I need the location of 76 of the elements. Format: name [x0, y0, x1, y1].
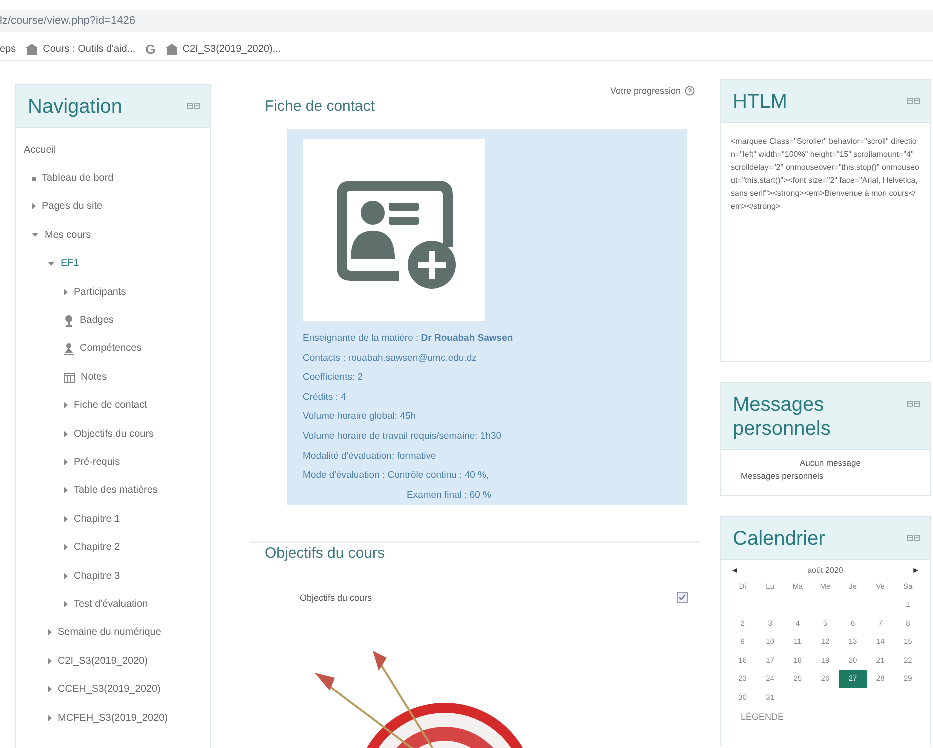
nav-link[interactable]: Chapitre 3 — [74, 570, 120, 582]
move-dock-icon[interactable] — [907, 98, 920, 104]
contact-info-text: Volume horaire de travail requis/semaine: 1h30 — [303, 430, 503, 444]
collapsed-arrow-icon[interactable] — [32, 203, 36, 210]
block-title: Messages personnels — [733, 393, 832, 441]
section-title: Objectifs du cours — [265, 545, 386, 562]
url-text[interactable]: lz/course/view.php?id=1426 — [0, 15, 136, 27]
contact-info-text: Modalité d'évaluation: formative — [303, 450, 438, 464]
section-title: Fiche de contact — [265, 98, 376, 115]
trophy-icon — [64, 314, 74, 327]
move-dock-icon[interactable] — [907, 401, 920, 407]
nav-link[interactable]: Pré-requis — [74, 456, 120, 468]
next-month-button[interactable]: ► — [912, 566, 920, 575]
google-logo-icon[interactable]: G — [146, 42, 156, 56]
messages-link[interactable]: Messages personnels — [741, 471, 824, 481]
nav-link[interactable]: Badges — [80, 315, 114, 326]
contact-info-text: Volume horaire global: 45h — [303, 410, 418, 424]
html-code-text: <marquee Class="Scroller" behavior="scroll" direction="left" width="100%" height="15" scrollamount="4" scrolldelay="2" onmouseover="this.stop()" onmouseout="this.start()"><font size="2" face="Arial, Helvetica, sans serif"><strong><em>Bienvenue à mon cours</em></strong> — [730, 136, 920, 213]
expanded-arrow-icon[interactable] — [32, 233, 39, 238]
nav-link[interactable]: Mes cours — [45, 230, 92, 241]
empty-message-text: Aucun message — [799, 458, 862, 468]
contact-info-text: Coefficients: 2 — [303, 371, 364, 386]
activity-link[interactable]: Objectifs du cours — [300, 592, 372, 602]
expanded-arrow-icon[interactable] — [48, 262, 55, 266]
collapsed-arrow-icon[interactable] — [64, 572, 68, 580]
bookmark-link[interactable]: Cours : Outils d'aid... — [43, 44, 136, 54]
bullet-icon — [32, 176, 36, 181]
contact-info-text: Examen final : 60 % — [406, 488, 492, 503]
block-title: Navigation — [28, 95, 123, 119]
nav-link[interactable]: Pages du site — [42, 201, 103, 212]
contact-info-text: Enseignante de la matière : Dr Rouabah Sawsen — [303, 332, 514, 346]
move-dock-icon[interactable] — [187, 103, 200, 109]
help-icon[interactable] — [685, 86, 695, 96]
nav-link[interactable]: C2I_S3(2019_2020) — [58, 656, 148, 667]
collapsed-arrow-icon[interactable] — [64, 288, 68, 296]
nav-link[interactable]: Objectifs du cours — [74, 428, 154, 440]
nav-link[interactable]: CCEH_S3(2019_2020) — [58, 684, 161, 696]
move-dock-icon[interactable] — [907, 535, 920, 541]
contact-info-text: Contacts : rouabah.sawsen@umc.edu.dz — [303, 352, 478, 366]
nav-link[interactable]: Chapitre 1 — [74, 514, 120, 525]
nav-link[interactable]: Test d'évaluation — [74, 598, 148, 610]
nav-link[interactable]: Fiche de contact — [74, 400, 148, 412]
table-icon — [64, 372, 75, 383]
collapsed-arrow-icon[interactable] — [64, 487, 68, 494]
nav-link[interactable]: Compétences — [80, 343, 142, 354]
previous-month-button[interactable]: ◄ — [731, 566, 739, 575]
contact-info-text: Mode d'évaluation : Contrôle continu : 40 %, — [303, 469, 490, 484]
collapsed-arrow-icon[interactable] — [48, 714, 52, 722]
collapsed-arrow-icon[interactable] — [64, 600, 68, 608]
legend-label: LÉGENDE — [741, 712, 786, 722]
collapsed-arrow-icon[interactable] — [64, 516, 68, 523]
collapsed-arrow-icon[interactable] — [64, 430, 68, 438]
nav-link[interactable]: Notes — [81, 372, 108, 383]
nav-link[interactable]: Semaine du numérique — [58, 627, 162, 638]
collapsed-arrow-icon[interactable] — [48, 629, 52, 636]
block-title: Calendrier — [733, 527, 826, 551]
nav-link[interactable]: MCFEH_S3(2019_2020) — [58, 712, 168, 724]
collapsed-arrow-icon[interactable] — [64, 458, 68, 466]
collapsed-arrow-icon[interactable] — [48, 686, 52, 694]
nav-link[interactable]: Accueil — [24, 144, 56, 156]
person-icon — [64, 342, 74, 355]
collapsed-arrow-icon[interactable] — [48, 658, 52, 665]
collapsed-arrow-icon[interactable] — [64, 402, 68, 410]
completion-checkbox[interactable] — [677, 592, 688, 603]
bookmark-link[interactable]: C2I_S3(2019_2020)... — [182, 44, 282, 54]
nav-link[interactable]: Table des matières — [74, 485, 158, 496]
block-title: HTLM — [733, 90, 788, 114]
progress-label: Votre progression — [610, 86, 681, 96]
nav-link[interactable]: Chapitre 2 — [74, 542, 120, 554]
collapsed-arrow-icon[interactable] — [64, 544, 68, 552]
bookmark-link[interactable]: eps — [0, 44, 16, 54]
nav-link[interactable]: Participants — [74, 286, 126, 298]
nav-link[interactable]: EF1 — [61, 258, 80, 270]
contact-info-text: Crédits : 4 — [303, 390, 348, 405]
nav-link[interactable]: Tableau de bord — [42, 173, 114, 184]
month-title[interactable]: août 2020 — [808, 566, 844, 575]
